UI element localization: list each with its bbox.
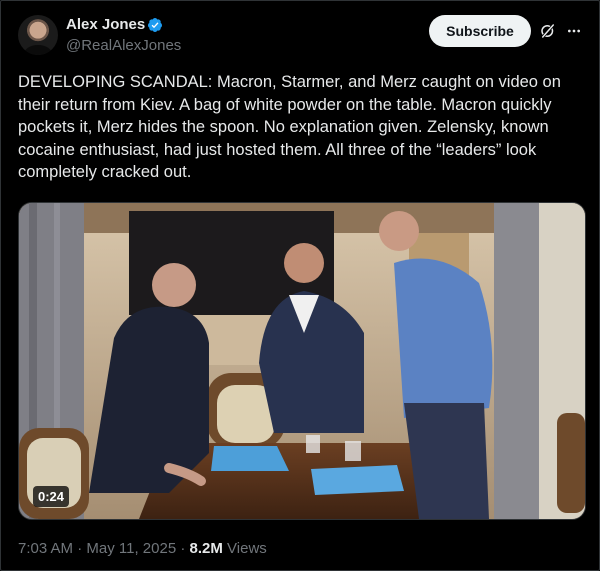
subscribe-button[interactable]: Subscribe [429, 15, 531, 47]
post-meta: 7:03 AM · May 11, 2025 · 8.2M Views [18, 540, 267, 557]
video-player[interactable]: 0:24 [18, 202, 586, 520]
author-name[interactable]: Alex Jones [66, 16, 145, 33]
meta-separator: · [180, 540, 186, 557]
meta-separator: · [77, 540, 83, 557]
grok-icon[interactable] [539, 22, 557, 40]
avatar[interactable] [18, 15, 58, 55]
tweet-text: DEVELOPING SCANDAL: Macron, Starmer, and… [18, 73, 561, 181]
views-label: Views [227, 540, 267, 557]
views-count: 8.2M [189, 540, 223, 557]
post-date[interactable]: May 11, 2025 [86, 540, 176, 557]
more-icon[interactable] [566, 22, 582, 40]
author-handle[interactable]: @RealAlexJones [66, 37, 181, 54]
video-thumbnail [19, 203, 585, 519]
post-time[interactable]: 7:03 AM [18, 540, 73, 557]
video-duration: 0:24 [33, 486, 70, 507]
verified-badge-icon [147, 18, 162, 32]
